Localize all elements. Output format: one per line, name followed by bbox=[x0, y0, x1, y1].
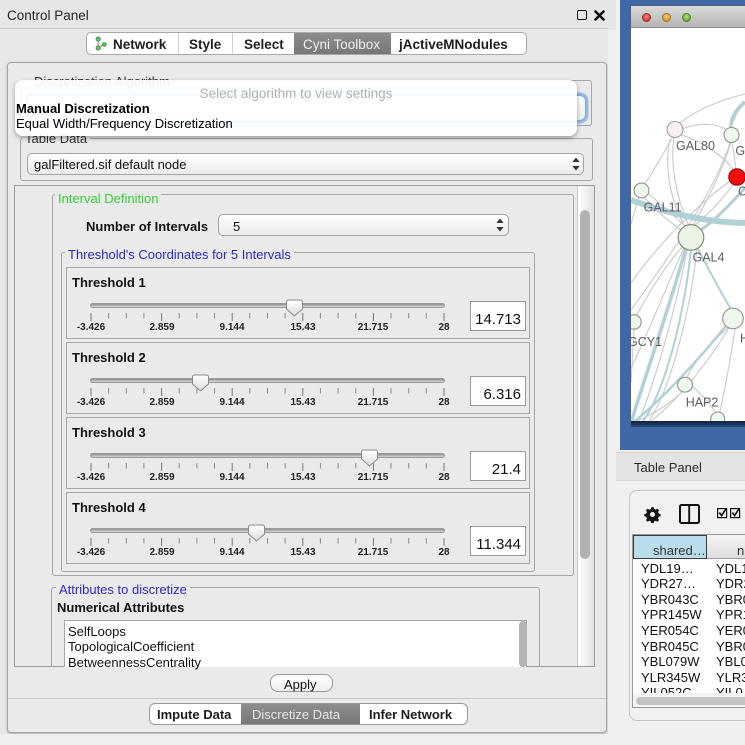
svg-text:GAL11: GAL11 bbox=[644, 200, 682, 214]
svg-text:GAL4: GAL4 bbox=[693, 251, 725, 265]
svg-text:HAP2: HAP2 bbox=[686, 395, 719, 409]
svg-text:GCY1: GCY1 bbox=[631, 335, 662, 349]
svg-text:GAL3: GAL3 bbox=[735, 144, 745, 158]
svg-text:GAL80: GAL80 bbox=[676, 139, 715, 153]
svg-text:CRP1: CRP1 bbox=[738, 184, 745, 198]
svg-text:HIS4: HIS4 bbox=[740, 332, 745, 346]
